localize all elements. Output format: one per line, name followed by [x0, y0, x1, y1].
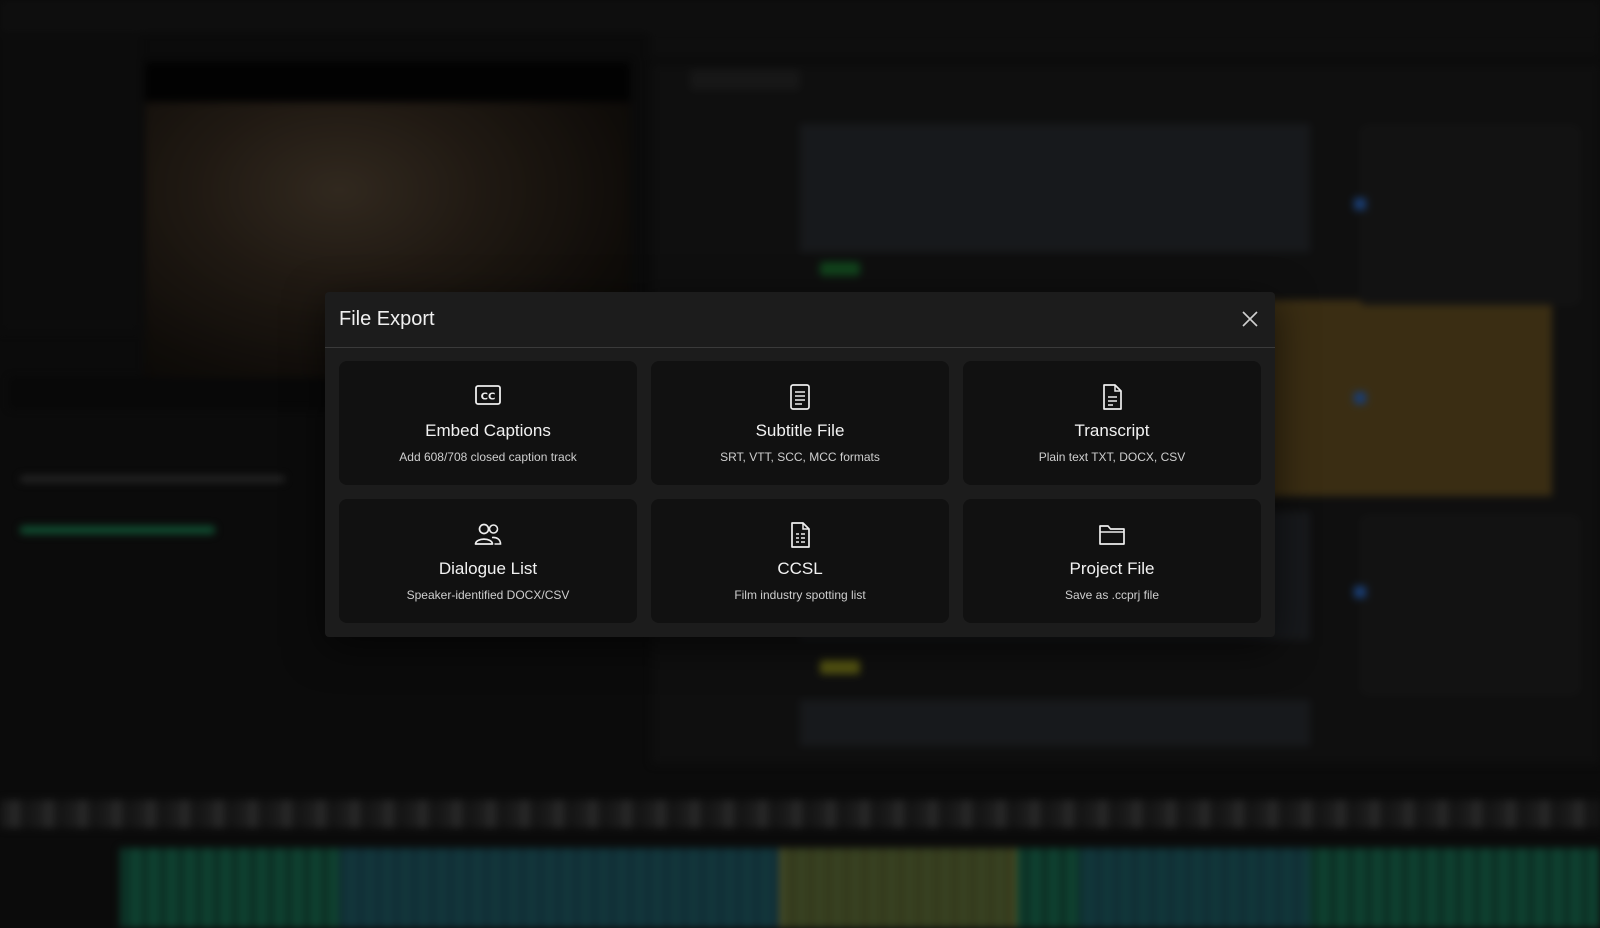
export-options-grid: CC Embed Captions Add 608/708 closed cap… — [339, 361, 1261, 623]
svg-text:CC: CC — [481, 392, 496, 403]
option-description: SRT, VTT, SCC, MCC formats — [720, 450, 880, 464]
folder-icon — [963, 521, 1261, 551]
option-description: Plain text TXT, DOCX, CSV — [1038, 450, 1186, 464]
option-label: Subtitle File — [755, 421, 845, 440]
export-option-embed-captions[interactable]: CC Embed Captions Add 608/708 closed cap… — [339, 361, 637, 485]
people-icon — [339, 521, 637, 551]
option-description: Save as .ccprj file — [1064, 588, 1160, 602]
export-option-ccsl[interactable]: CCSL Film industry spotting list — [651, 499, 949, 623]
option-label: Dialogue List — [438, 559, 538, 578]
dialog-header: File Export — [325, 292, 1275, 348]
document-list-icon — [651, 521, 949, 551]
option-label: CCSL — [777, 559, 823, 578]
export-option-project-file[interactable]: Project File Save as .ccprj file — [963, 499, 1261, 623]
option-label: Transcript — [1074, 421, 1150, 440]
document-lines-icon — [651, 383, 949, 413]
export-option-transcript[interactable]: Transcript Plain text TXT, DOCX, CSV — [963, 361, 1261, 485]
close-button[interactable] — [1239, 308, 1261, 330]
file-export-dialog: File Export CC Embed Captions Add 608/70… — [325, 292, 1275, 637]
document-icon — [963, 383, 1261, 413]
option-description: Film industry spotting list — [734, 588, 866, 602]
option-label: Embed Captions — [425, 421, 551, 440]
close-icon — [1242, 311, 1258, 327]
dialog-title: File Export — [339, 308, 435, 330]
closed-caption-icon: CC — [339, 383, 637, 413]
option-description: Speaker-identified DOCX/CSV — [406, 588, 570, 602]
option-label: Project File — [1069, 559, 1155, 578]
export-option-subtitle-file[interactable]: Subtitle File SRT, VTT, SCC, MCC formats — [651, 361, 949, 485]
export-option-dialogue-list[interactable]: Dialogue List Speaker-identified DOCX/CS… — [339, 499, 637, 623]
option-description: Add 608/708 closed caption track — [399, 450, 577, 464]
